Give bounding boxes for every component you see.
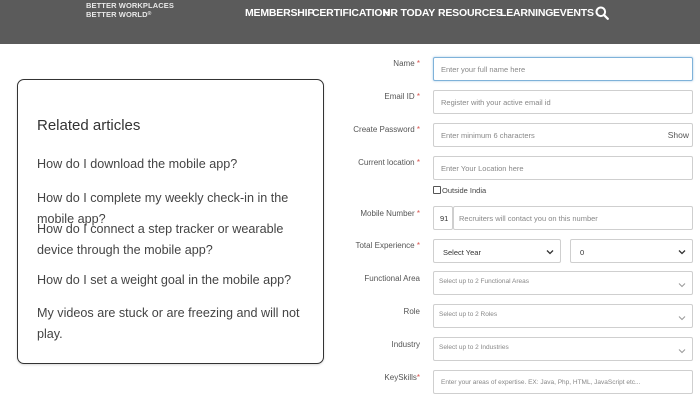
email-placeholder: Register with your active email id — [441, 98, 551, 107]
email-label: Email ID * — [384, 92, 420, 101]
experience-year-select[interactable]: Select Year — [433, 239, 561, 263]
article-link-step-tracker[interactable]: How do I connect a step tracker or weara… — [37, 219, 317, 261]
experience-month-select[interactable]: 0 — [570, 239, 693, 263]
page: BETTER WORKPLACES BETTER WORLD® MEMBERSH… — [0, 0, 700, 400]
nav-resources[interactable]: RESOURCES — [438, 7, 503, 19]
show-password-button[interactable]: Show — [668, 130, 689, 140]
related-articles-title: Related articles — [37, 117, 141, 134]
keyskills-input[interactable]: Enter your areas of expertise. EX: Java,… — [433, 370, 693, 394]
email-input[interactable]: Register with your active email id — [433, 90, 693, 114]
chevron-down-icon — [678, 250, 686, 255]
nav-hr-today[interactable]: HR TODAY — [383, 7, 435, 19]
name-input[interactable]: Enter your full name here — [433, 57, 693, 81]
name-placeholder: Enter your full name here — [441, 65, 526, 74]
location-placeholder: Enter Your Location here — [441, 164, 524, 173]
location-input[interactable]: Enter Your Location here — [433, 156, 693, 180]
functional-area-label: Functional Area — [364, 274, 420, 283]
article-link-videos-stuck[interactable]: My videos are stuck or are freezing and … — [37, 303, 317, 345]
logo-line-1: BETTER WORKPLACES — [86, 1, 174, 10]
password-input[interactable]: Enter minimum 6 characters Show — [433, 123, 693, 147]
industry-label: Industry — [391, 340, 420, 349]
industry-select[interactable]: Select up to 2 Industries — [433, 337, 693, 361]
article-link-download-app[interactable]: How do I download the mobile app? — [37, 154, 317, 175]
industry-placeholder: Select up to 2 Industries — [439, 344, 509, 351]
logo-registered-mark: ® — [147, 11, 152, 17]
role-placeholder: Select up to 2 Roles — [439, 311, 498, 318]
country-code-value: 91 — [440, 214, 449, 223]
search-icon[interactable] — [595, 6, 609, 20]
top-nav-bar: BETTER WORKPLACES BETTER WORLD® MEMBERSH… — [0, 0, 700, 44]
password-placeholder: Enter minimum 6 characters — [441, 131, 535, 140]
mobile-input[interactable]: Recruiters will contact you on this numb… — [453, 206, 693, 230]
outside-india-checkbox[interactable] — [433, 186, 441, 194]
keyskills-label: KeySkills* — [384, 373, 420, 382]
experience-year-value: Select Year — [443, 248, 481, 257]
mobile-placeholder: Recruiters will contact you on this numb… — [459, 214, 598, 223]
name-label: Name * — [393, 59, 420, 68]
logo-line-2: BETTER WORLD® — [86, 10, 152, 19]
keyskills-placeholder: Enter your areas of expertise. EX: Java,… — [441, 379, 641, 386]
nav-learning[interactable]: LEARNING — [500, 7, 553, 19]
article-link-weight-goal[interactable]: How do I set a weight goal in the mobile… — [37, 270, 317, 291]
role-label: Role — [403, 307, 420, 316]
location-label: Current location * — [358, 158, 420, 167]
related-articles-card: Related articles How do I download the m… — [17, 79, 324, 364]
nav-membership[interactable]: MEMBERSHIP — [245, 7, 314, 19]
brand-logo[interactable]: BETTER WORKPLACES BETTER WORLD® — [86, 1, 174, 19]
outside-india-label: Outside India — [442, 186, 487, 195]
chevron-down-icon — [678, 316, 686, 321]
nav-certification[interactable]: CERTIFICATION — [312, 7, 390, 19]
experience-month-value: 0 — [580, 248, 585, 257]
functional-area-placeholder: Select up to 2 Functional Areas — [439, 278, 529, 285]
password-label: Create Password * — [353, 125, 420, 134]
chevron-down-icon — [678, 349, 686, 354]
nav-events[interactable]: EVENTS — [553, 7, 594, 19]
chevron-down-icon — [678, 283, 686, 288]
functional-area-select[interactable]: Select up to 2 Functional Areas — [433, 271, 693, 295]
experience-label: Total Experience * — [355, 241, 420, 250]
country-code-field[interactable]: 91 — [433, 206, 453, 230]
chevron-down-icon — [546, 250, 554, 255]
mobile-label: Mobile Number * — [360, 209, 420, 218]
role-select[interactable]: Select up to 2 Roles — [433, 304, 693, 328]
